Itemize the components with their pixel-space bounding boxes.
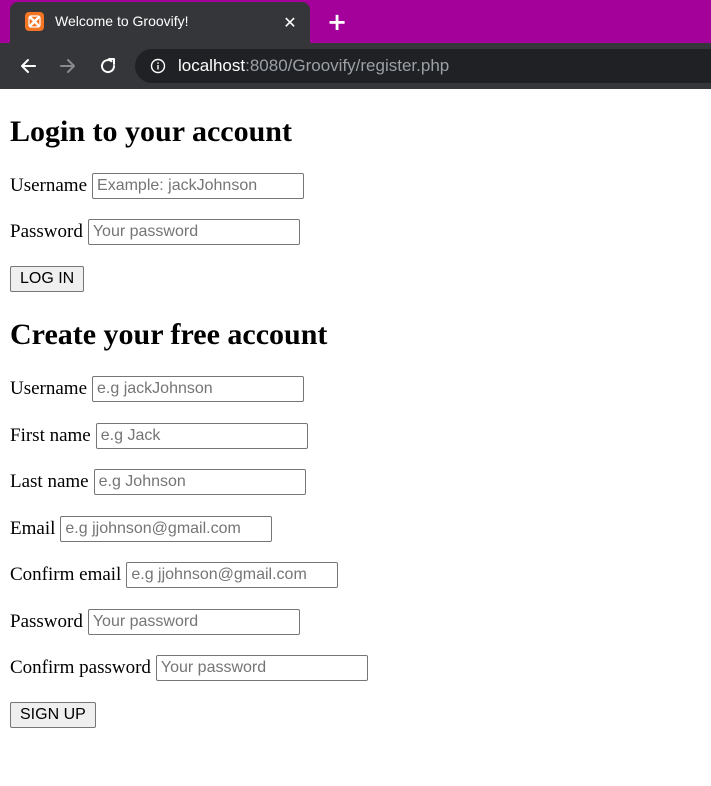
register-confirm-password-input[interactable] [155, 654, 368, 681]
xampp-favicon-icon [25, 12, 44, 31]
register-password-row: Password [10, 608, 300, 635]
register-username-input[interactable] [92, 375, 305, 402]
register-last-name-row: Last name [10, 468, 306, 495]
login-username-input[interactable] [92, 172, 305, 199]
register-confirm-email-row: Confirm email [10, 561, 339, 588]
browser-toolbar: localhost:8080/Groovify/register.php [0, 43, 711, 89]
register-confirm-email-label: Confirm email [10, 563, 122, 585]
login-button[interactable]: LOG IN [10, 266, 85, 292]
register-heading: Create your free account [10, 318, 328, 351]
login-password-input[interactable] [87, 218, 300, 245]
register-username-label: Username [10, 377, 88, 399]
register-password-label: Password [10, 610, 83, 632]
login-password-row: Password [10, 218, 300, 245]
register-email-label: Email [10, 517, 56, 539]
tab-close-icon[interactable]: ✕ [278, 10, 302, 34]
login-username-label: Username [10, 174, 88, 196]
url-host: localhost [178, 56, 246, 75]
register-email-row: Email [10, 515, 273, 542]
register-first-name-row: First name [10, 422, 308, 449]
register-first-name-input[interactable] [95, 422, 308, 449]
register-username-row: Username [10, 375, 305, 402]
register-last-name-label: Last name [10, 470, 89, 492]
browser-tabstrip: Welcome to Groovify! ✕ + [0, 0, 711, 43]
address-bar[interactable]: localhost:8080/Groovify/register.php [135, 49, 711, 83]
reload-icon[interactable] [94, 52, 122, 80]
login-password-label: Password [10, 220, 83, 242]
new-tab-icon[interactable]: + [323, 8, 351, 36]
register-first-name-label: First name [10, 424, 91, 446]
site-info-icon[interactable] [150, 58, 166, 74]
register-confirm-password-label: Confirm password [10, 656, 151, 678]
register-confirm-email-input[interactable] [126, 561, 339, 588]
register-password-input[interactable] [87, 608, 300, 635]
forward-arrow-icon[interactable] [54, 52, 82, 80]
browser-tab-active[interactable]: Welcome to Groovify! ✕ [10, 2, 310, 43]
register-confirm-password-row: Confirm password [10, 654, 368, 681]
login-heading: Login to your account [10, 115, 292, 148]
url-path: :8080/Groovify/register.php [245, 56, 450, 75]
login-username-row: Username [10, 172, 305, 199]
register-email-input[interactable] [60, 515, 273, 542]
signup-button[interactable]: SIGN UP [10, 702, 96, 728]
back-arrow-icon[interactable] [14, 52, 42, 80]
url-text[interactable]: localhost:8080/Groovify/register.php [178, 56, 449, 76]
register-last-name-input[interactable] [93, 468, 306, 495]
tab-title: Welcome to Groovify! [55, 13, 189, 29]
